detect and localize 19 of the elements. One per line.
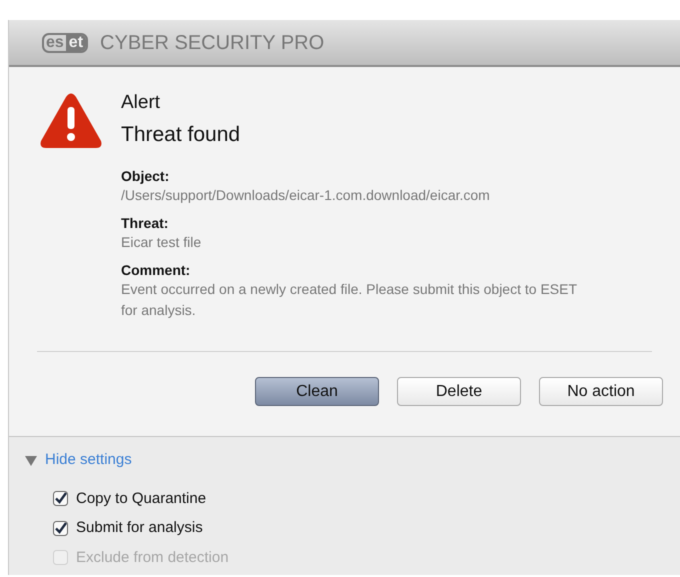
detail-label: Threat: xyxy=(121,214,170,232)
detail-value: Event occurred on a newly created file. Please submit this object to ESET for analysis. xyxy=(121,280,578,320)
detail-label: Object: xyxy=(121,167,170,185)
checkbox[interactable] xyxy=(53,520,68,536)
checkbox-label: Copy to Quarantine xyxy=(76,488,206,508)
action-button[interactable]: Clean xyxy=(255,377,379,406)
alert-title: Threat found xyxy=(121,122,242,148)
detail-value: /Users/support/Downloads/eicar-1.com.download/eicar.com xyxy=(121,186,491,205)
detail-value: Eicar test file xyxy=(121,233,202,252)
checkbox-label: Submit for analysis xyxy=(76,518,203,538)
action-button[interactable]: No action xyxy=(539,377,663,406)
checkbox[interactable] xyxy=(53,491,68,506)
detail-label: Comment: xyxy=(121,261,192,279)
warning-icon xyxy=(39,93,103,149)
alert-heading: Alert xyxy=(121,91,162,115)
logo: es et xyxy=(42,32,88,52)
checkbox-label: Exclude from detection xyxy=(76,548,229,568)
action-button[interactable]: Delete xyxy=(397,377,521,406)
app-title: CYBER SECURITY PRO xyxy=(100,30,324,56)
